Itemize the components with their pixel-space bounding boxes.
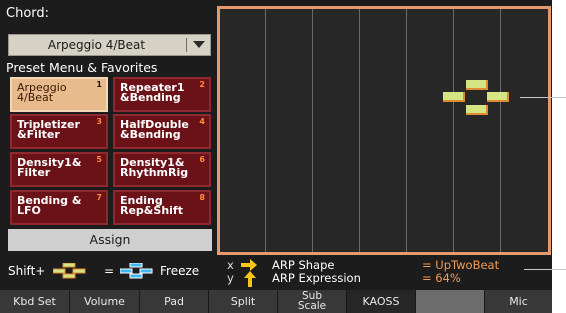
preset-number: 3 bbox=[96, 117, 102, 126]
cursor-segment bbox=[466, 105, 488, 115]
preset-label: Arpeggio 4/Beat bbox=[17, 81, 67, 104]
preset-label: Ending Rep&Shift bbox=[120, 194, 183, 217]
x-axis-letter: x bbox=[227, 258, 234, 272]
y-axis-value: = 64% bbox=[422, 271, 461, 285]
dropdown-value: Arpeggio 4/Beat bbox=[47, 38, 146, 52]
preset-label: Density1& Filter bbox=[17, 156, 82, 179]
preset-button-8[interactable]: Ending Rep&Shift 8 bbox=[113, 190, 211, 225]
preset-label: Tripletizer &Filter bbox=[17, 118, 80, 141]
preset-button-4[interactable]: HalfDouble &Bending 4 bbox=[113, 114, 211, 149]
preset-label: Repeater1 &Bending bbox=[120, 81, 185, 104]
preset-button-7[interactable]: Bending & LFO 7 bbox=[10, 190, 108, 225]
tab-kbd-set[interactable]: Kbd Set bbox=[0, 290, 70, 313]
grid-line bbox=[312, 9, 313, 252]
equals-sign: = bbox=[104, 264, 115, 278]
kaoss-pad[interactable] bbox=[217, 6, 551, 255]
preset-label: Density1& RhythmRig bbox=[120, 156, 189, 179]
y-axis-letter: y bbox=[227, 271, 234, 285]
preset-number: 5 bbox=[96, 155, 102, 164]
chord-label: Chord: bbox=[6, 6, 50, 21]
preset-number: 7 bbox=[96, 193, 102, 202]
preset-label: HalfDouble &Bending bbox=[120, 118, 189, 141]
tab-sub-scale[interactable]: Sub Scale bbox=[278, 290, 347, 313]
shift-label: Shift+ bbox=[8, 264, 46, 278]
x-axis-value: = UpTwoBeat bbox=[422, 258, 500, 272]
callout-line bbox=[524, 269, 566, 270]
grid-line bbox=[265, 9, 266, 252]
tab-bar: Kbd Set Volume Pad Split Sub Scale KAOSS… bbox=[0, 290, 552, 313]
preset-number: 8 bbox=[199, 193, 205, 202]
cursor-segment bbox=[487, 92, 509, 102]
tab-mic[interactable]: Mic bbox=[485, 290, 552, 313]
assign-button[interactable]: Assign bbox=[8, 229, 212, 251]
y-axis-name: ARP Expression bbox=[272, 271, 361, 285]
dropdown-separator bbox=[186, 38, 187, 52]
tab-pad[interactable]: Pad bbox=[140, 290, 209, 313]
preset-menu-title: Preset Menu & Favorites bbox=[6, 60, 158, 75]
grid-line bbox=[359, 9, 360, 252]
cursor-segment bbox=[443, 92, 465, 102]
preset-number: 1 bbox=[96, 80, 102, 89]
callout-line bbox=[520, 97, 566, 98]
tab-split[interactable]: Split bbox=[209, 290, 278, 313]
chord-dropdown[interactable]: Arpeggio 4/Beat bbox=[8, 34, 211, 56]
grid-line bbox=[500, 9, 501, 252]
preset-label: Bending & LFO bbox=[17, 194, 82, 217]
preset-button-2[interactable]: Repeater1 &Bending 2 bbox=[113, 77, 211, 112]
axis-readout: x ARP Shape = UpTwoBeat y ARP Expression… bbox=[217, 257, 552, 288]
tab-volume[interactable]: Volume bbox=[70, 290, 140, 313]
cross-blue-icon bbox=[119, 262, 154, 283]
arrow-up-icon bbox=[244, 271, 256, 287]
grid-line bbox=[453, 9, 454, 252]
tab-kaoss[interactable]: KAOSS bbox=[347, 290, 416, 313]
pad-cursor[interactable] bbox=[443, 77, 515, 121]
preset-button-3[interactable]: Tripletizer &Filter 3 bbox=[10, 114, 108, 149]
preset-number: 2 bbox=[199, 80, 205, 89]
tab-blank[interactable] bbox=[416, 290, 485, 313]
chevron-down-icon[interactable] bbox=[189, 35, 209, 55]
preset-button-1[interactable]: Arpeggio 4/Beat 1 bbox=[10, 77, 108, 112]
preset-number: 4 bbox=[199, 117, 205, 126]
cross-yellow-icon bbox=[52, 262, 87, 283]
arrow-right-icon bbox=[241, 259, 257, 271]
shift-freeze-hint: Shift+ = Freeze bbox=[0, 256, 215, 288]
preset-button-5[interactable]: Density1& Filter 5 bbox=[10, 152, 108, 187]
freeze-label: Freeze bbox=[160, 264, 200, 278]
cursor-segment bbox=[466, 80, 488, 90]
x-axis-name: ARP Shape bbox=[272, 258, 335, 272]
kaoss-screen: Chord: Arpeggio 4/Beat Preset Menu & Fav… bbox=[0, 0, 552, 313]
grid-line bbox=[406, 9, 407, 252]
preset-number: 6 bbox=[199, 155, 205, 164]
preset-button-6[interactable]: Density1& RhythmRig 6 bbox=[113, 152, 211, 187]
